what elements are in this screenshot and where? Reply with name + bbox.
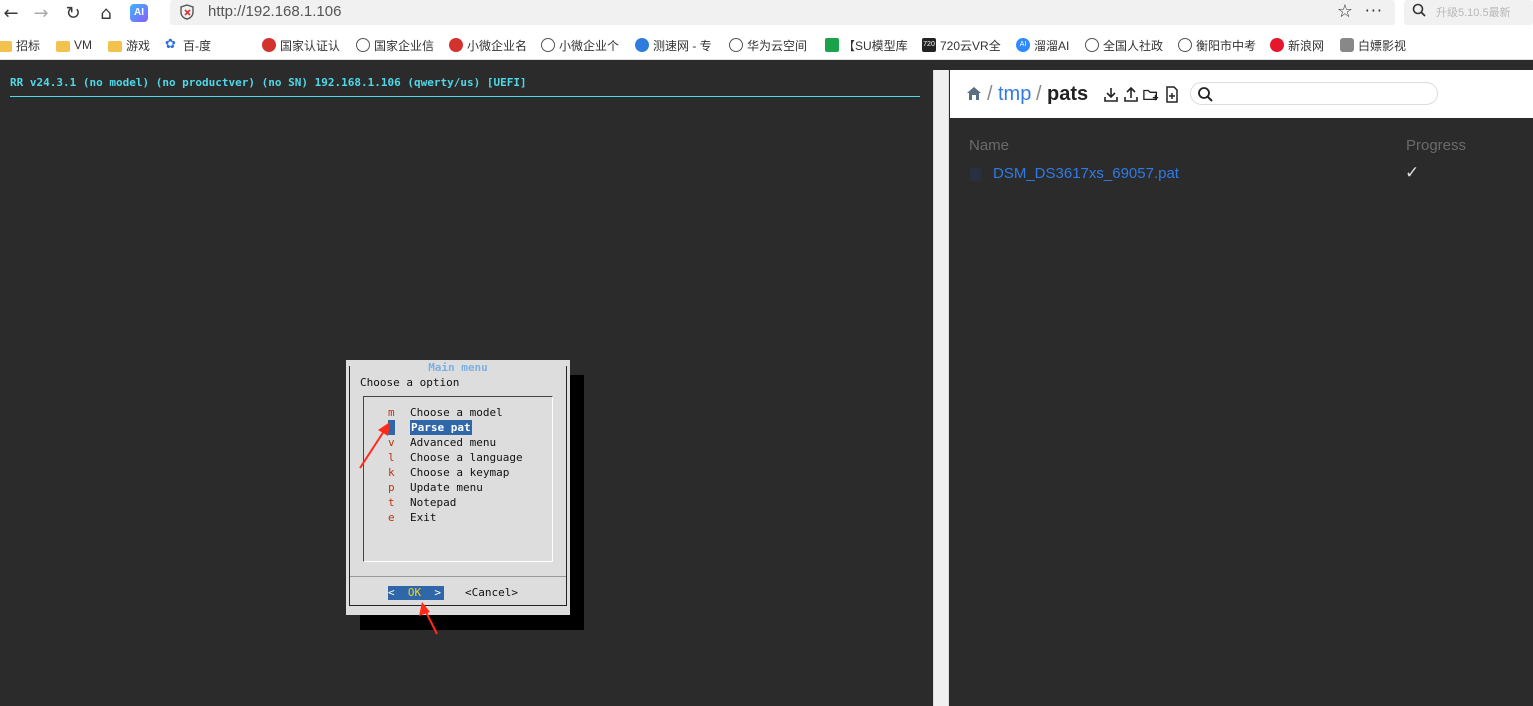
cancel-button[interactable]: <Cancel> (465, 586, 518, 600)
new-folder-icon[interactable] (1143, 86, 1159, 103)
film-icon (1340, 38, 1354, 52)
breadcrumb-tmp[interactable]: tmp (998, 83, 1031, 106)
home-folder-icon[interactable] (966, 86, 982, 101)
column-header-progress[interactable]: Progress (1406, 137, 1466, 154)
more-options-icon[interactable]: ··· (1365, 1, 1383, 20)
folder-icon (0, 40, 12, 52)
bookmark-item[interactable]: VM (56, 37, 92, 53)
download-icon[interactable] (1103, 86, 1119, 103)
annotation-arrow-icon (419, 602, 438, 635)
bookmark-item[interactable]: 白嫖影视 (1340, 37, 1415, 53)
breadcrumb-separator: / (1036, 83, 1042, 105)
browser-toolbar: ← → ↻ ⌂ AI http://192.168.1.106 ☆ ··· 升级… (0, 0, 1533, 30)
back-icon[interactable]: ← (0, 3, 22, 25)
bookmark-item[interactable]: 游戏 (108, 37, 150, 53)
reload-icon[interactable]: ↻ (62, 3, 84, 25)
globe-icon (1178, 38, 1192, 52)
globe-icon (541, 38, 555, 52)
paw-icon: ✿ (165, 37, 176, 52)
file-search-input[interactable] (1190, 82, 1438, 105)
search-icon (1198, 87, 1213, 102)
forward-icon[interactable]: → (30, 3, 52, 25)
menu-item-exit[interactable]: e Exit (364, 510, 550, 525)
file-name-link[interactable]: DSM_DS3617xs_69057.pat (993, 165, 1179, 182)
annotation-arrow-icon (359, 422, 390, 469)
720-icon: 720 (922, 38, 936, 52)
file-browser-pane: / tmp / pats Name Progress DSM_DS3617xs_… (950, 70, 1533, 706)
dialog-separator (350, 576, 566, 577)
terminal-header: RR v24.3.1 (no model) (no productver) (n… (10, 76, 527, 89)
ok-button[interactable]: < OK > (388, 586, 444, 600)
breadcrumb-separator: / (987, 83, 993, 105)
bookmark-item[interactable]: 衡阳市中考 (1178, 37, 1260, 53)
address-bar[interactable]: http://192.168.1.106 ☆ ··· (170, 0, 1395, 25)
emblem-icon (449, 38, 463, 52)
bookmark-item[interactable]: 【SU模型库 (825, 37, 910, 53)
bookmarks-bar: 招标 VM 游戏 ✿ 百-度 国家认证认 国家企业信 小微企业名 小微企业个 测速… (0, 30, 1533, 60)
bookmark-item[interactable]: ✿ 百-度 (165, 37, 211, 53)
column-header-name[interactable]: Name (969, 137, 1009, 154)
bookmark-item[interactable]: AI 溜溜AI (1016, 37, 1076, 53)
emblem-icon (262, 38, 276, 52)
main-menu-dialog: Main menu Choose a option m Choose a mode… (346, 360, 570, 615)
file-icon (970, 168, 981, 181)
speed-icon (635, 38, 649, 52)
ai-assistant-icon[interactable]: AI (130, 4, 148, 22)
bookmark-item[interactable]: 小微企业名 (449, 37, 529, 53)
bookmark-item[interactable]: 720 720云VR全 (922, 37, 1004, 53)
menu-item-update-menu[interactable]: p Update menu (364, 480, 550, 495)
home-icon[interactable]: ⌂ (95, 3, 117, 25)
globe-icon (356, 38, 370, 52)
search-hint: 升级5.10.5最新 (1436, 7, 1511, 19)
bookmark-item[interactable]: 全国人社政 (1085, 37, 1167, 53)
bookmark-item[interactable]: 华为云空间 (729, 37, 811, 53)
dialog-prompt: Choose a option (360, 376, 460, 389)
bookmark-item[interactable]: 国家认证认 (262, 37, 342, 53)
weibo-icon (1270, 38, 1284, 52)
search-icon (1412, 3, 1426, 17)
file-row[interactable]: DSM_DS3617xs_69057.pat ✓ (950, 163, 1533, 185)
terminal-divider (10, 96, 920, 97)
insecure-shield-icon[interactable] (180, 4, 194, 20)
bookmark-item[interactable]: 新浪网 (1270, 37, 1335, 53)
bookmark-star-icon[interactable]: ☆ (1337, 1, 1353, 22)
menu-item-notepad[interactable]: t Notepad (364, 495, 550, 510)
url-text[interactable]: http://192.168.1.106 (208, 3, 341, 20)
browser-search-box[interactable]: 升级5.10.5最新 (1404, 0, 1533, 25)
green-icon (825, 38, 839, 52)
folder-icon (108, 40, 122, 52)
new-file-icon[interactable] (1164, 86, 1180, 103)
bookmark-item[interactable]: 测速网 - 专 (635, 37, 717, 53)
folder-icon (56, 40, 70, 52)
dialog-title: Main menu (428, 361, 488, 374)
globe-icon (729, 38, 743, 52)
progress-check-icon: ✓ (1405, 163, 1420, 183)
globe-icon (1085, 38, 1099, 52)
file-browser-header: / tmp / pats (950, 70, 1533, 118)
bookmark-item[interactable]: 国家企业信 (356, 37, 436, 53)
breadcrumb-pats: pats (1047, 83, 1089, 105)
upload-icon[interactable] (1123, 86, 1139, 103)
bookmark-item[interactable]: 招标 (0, 37, 40, 53)
bookmark-item[interactable]: 小微企业个 (541, 37, 621, 53)
ai-icon: AI (1016, 38, 1030, 52)
pane-scrollbar[interactable] (933, 70, 949, 706)
